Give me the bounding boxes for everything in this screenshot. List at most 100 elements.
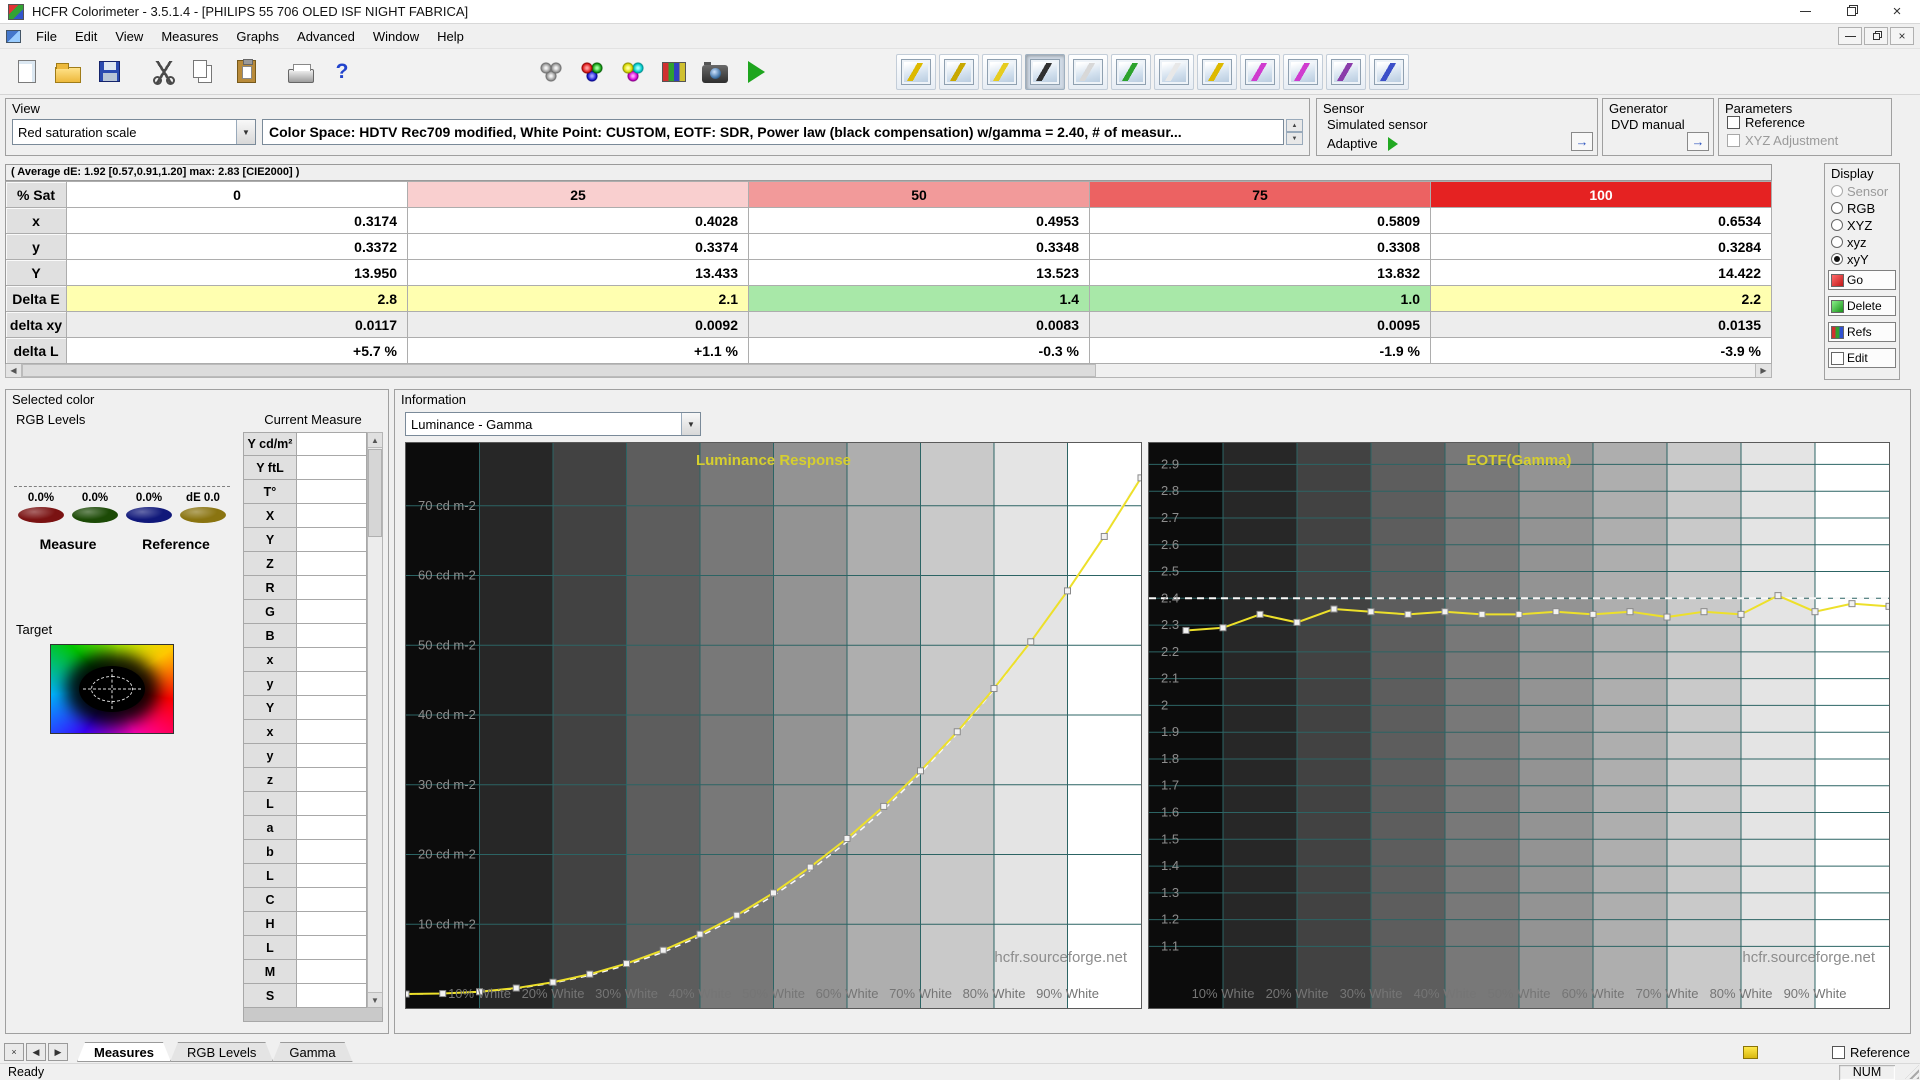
measure-cell[interactable]: -1.9 % [1090,338,1431,364]
mdi-minimize-button[interactable] [1838,27,1862,45]
help-button[interactable]: ? [323,54,361,90]
display-option-rgb[interactable]: RGB [1831,200,1888,216]
mdi-close-button[interactable]: × [1890,27,1914,45]
menu-help[interactable]: Help [428,25,473,48]
measure-cell[interactable]: +5.7 % [67,338,408,364]
measure-cell[interactable]: 0.3372 [67,234,408,260]
menu-graphs[interactable]: Graphs [227,25,288,48]
save-file-button[interactable] [90,54,128,90]
document-icon[interactable] [6,29,21,43]
edit-button[interactable]: Edit [1828,348,1896,368]
measure-cell[interactable]: 2.1 [408,286,749,312]
measure-cell[interactable]: 0.5809 [1090,208,1431,234]
measure-cell[interactable]: 2.2 [1431,286,1772,312]
tab-gamma[interactable]: Gamma [272,1042,352,1062]
measure-cell[interactable]: 13.433 [408,260,749,286]
view-measures-grid-button[interactable] [1369,53,1409,90]
print-button[interactable] [282,54,320,90]
measure-cell[interactable]: 0.3308 [1090,234,1431,260]
menu-edit[interactable]: Edit [66,25,106,48]
spin-up-icon[interactable]: ▲ [1286,119,1303,132]
go-button[interactable]: Go [1828,270,1896,290]
measure-cell[interactable]: 0.0095 [1090,312,1431,338]
measure-cell[interactable]: 0.0117 [67,312,408,338]
snapshot-button[interactable] [696,54,734,90]
measure-cell[interactable]: 14.422 [1431,260,1772,286]
measure-cell[interactable]: -0.3 % [749,338,1090,364]
measure-cell[interactable]: -3.9 % [1431,338,1772,364]
display-option-xyz[interactable]: xyz [1831,234,1888,250]
view-saturation-button[interactable] [1025,53,1065,90]
view-gamut-button[interactable] [1111,53,1151,90]
scroll-down-icon[interactable]: ▼ [368,992,382,1007]
view-rgb-levels-button[interactable] [1240,53,1280,90]
paste-button[interactable] [227,54,265,90]
measure-cell[interactable]: 1.4 [749,286,1090,312]
measure-cell[interactable]: 0.3174 [67,208,408,234]
view-grayscale-button[interactable] [896,53,936,90]
measure-primaries-button[interactable] [573,54,611,90]
scroll-left-icon[interactable]: ◀ [6,364,22,377]
measure-cell[interactable]: +1.1 % [408,338,749,364]
measure-cell[interactable]: 0.3284 [1431,234,1772,260]
hscroll-thumb[interactable] [22,364,1097,377]
measure-cell[interactable]: 0.3374 [408,234,749,260]
spin-down-icon[interactable]: ▼ [1286,132,1303,145]
measure-cell[interactable]: 2.8 [67,286,408,312]
close-button[interactable]: × [1874,0,1920,23]
reference-checkbox[interactable]: Reference [1727,115,1805,130]
generator-properties-button[interactable]: → [1687,132,1709,151]
measure-cell[interactable]: 0.4953 [749,208,1090,234]
measure-cell[interactable]: 0.0135 [1431,312,1772,338]
refs-button[interactable]: Refs [1828,322,1896,342]
restore-button[interactable] [1828,0,1874,23]
scale-select[interactable]: Red saturation scale ▼ [12,119,256,145]
view-contrast-button[interactable] [1154,53,1194,90]
run-measures-button[interactable] [737,54,775,90]
measure-cell[interactable]: 0.4028 [408,208,749,234]
view-near-white-button[interactable] [982,53,1022,90]
hscroll-track[interactable] [22,364,1755,377]
measure-cell[interactable]: 13.832 [1090,260,1431,286]
graph-type-select[interactable]: Luminance - Gamma ▼ [405,412,701,436]
scroll-right-icon[interactable]: ▶ [1755,364,1771,377]
menu-advanced[interactable]: Advanced [288,25,364,48]
view-cie-diagram-button[interactable] [1326,53,1366,90]
open-file-button[interactable] [49,54,87,90]
reference-view-checkbox[interactable]: Reference [1832,1045,1910,1060]
measure-cell[interactable]: 1.0 [1090,286,1431,312]
scroll-up-icon[interactable]: ▲ [368,433,382,448]
measure-color-checker-button[interactable] [655,54,693,90]
resize-grip[interactable] [1905,1065,1919,1079]
vscroll-thumb[interactable] [368,449,382,537]
sensor-properties-button[interactable]: → [1571,132,1593,151]
new-document-button[interactable] [8,54,46,90]
measures-hscrollbar[interactable]: ◀ ▶ [5,364,1772,378]
tab-measures[interactable]: Measures [77,1042,171,1062]
display-option-xyz[interactable]: XYZ [1831,217,1888,233]
measure-cell[interactable]: 0.0083 [749,312,1090,338]
minimize-button[interactable] [1782,0,1828,23]
tab-rgb-levels[interactable]: RGB Levels [170,1042,273,1062]
tabnav-close-icon[interactable]: × [4,1043,24,1061]
tabnav-right-icon[interactable]: ▶ [48,1043,68,1061]
delete-button[interactable]: Delete [1828,296,1896,316]
view-luminance-button[interactable] [1197,53,1237,90]
current-measure-scrollbar[interactable]: ▲ ▼ [367,432,383,1008]
cut-button[interactable] [145,54,183,90]
sensor-settings-button[interactable] [532,54,570,90]
measure-cell[interactable]: 0.3348 [749,234,1090,260]
measure-cell[interactable]: 13.523 [749,260,1090,286]
view-color-temperature-button[interactable] [1283,53,1323,90]
measure-cell[interactable]: 0.0092 [408,312,749,338]
display-option-xyy[interactable]: xyY [1831,251,1888,267]
view-primaries-button[interactable] [1068,53,1108,90]
mdi-restore-button[interactable] [1864,27,1888,45]
tabnav-left-icon[interactable]: ◀ [26,1043,46,1061]
measure-cell[interactable]: 13.950 [67,260,408,286]
menu-window[interactable]: Window [364,25,428,48]
menu-measures[interactable]: Measures [152,25,227,48]
menu-view[interactable]: View [106,25,152,48]
view-near-black-button[interactable] [939,53,979,90]
menu-file[interactable]: File [27,25,66,48]
